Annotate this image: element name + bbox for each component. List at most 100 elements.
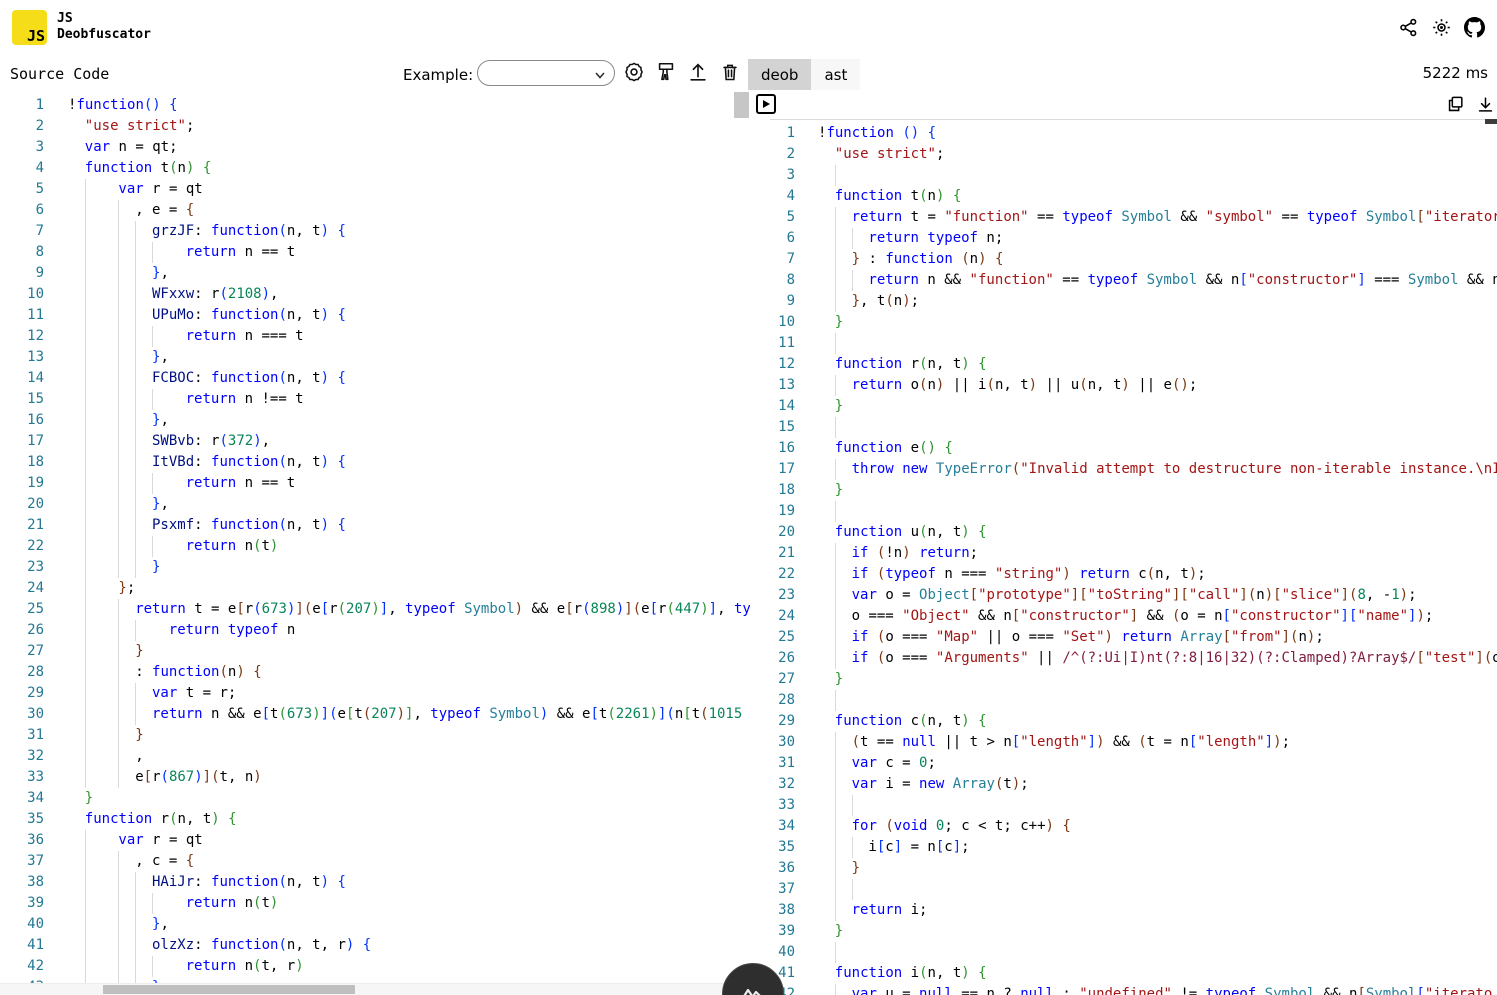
line-number: 11 xyxy=(770,333,818,354)
code-line: 22return n(t) xyxy=(0,536,750,557)
line-number: 7 xyxy=(0,221,68,242)
line-number: 40 xyxy=(0,914,68,935)
line-number: 41 xyxy=(0,935,68,956)
code-line: 37, c = { xyxy=(0,851,750,872)
code-line: 38HAiJr: function(n, t) { xyxy=(0,872,750,893)
indent-guide xyxy=(835,333,836,354)
line-number: 18 xyxy=(770,480,818,501)
theme-toggle-icon[interactable] xyxy=(1431,17,1452,38)
indent-guide xyxy=(852,795,853,816)
code-line: 3 xyxy=(770,165,1497,186)
code-line: 36var r = qt xyxy=(0,830,750,851)
output-editor-lines: 1!function () {2"use strict";34function … xyxy=(770,123,1497,995)
line-number: 24 xyxy=(770,606,818,627)
code-line: 21if (!n) return; xyxy=(770,543,1497,564)
line-number: 8 xyxy=(770,270,818,291)
output-tabs: deob ast xyxy=(748,59,860,90)
code-line: 29var t = r; xyxy=(0,683,750,704)
code-line: 29function c(n, t) { xyxy=(770,711,1497,732)
code-line: 34for (void 0; c < t; c++) { xyxy=(770,816,1497,837)
line-number: 16 xyxy=(0,410,68,431)
copy-icon[interactable] xyxy=(1446,95,1465,114)
line-number: 28 xyxy=(770,690,818,711)
code-line: 35function r(n, t) { xyxy=(0,809,750,830)
line-number: 29 xyxy=(770,711,818,732)
code-line: 25return t = e[r(673)](e[r(207)], typeof… xyxy=(0,599,750,620)
code-line: 18ItVBd: function(n, t) { xyxy=(0,452,750,473)
line-number: 11 xyxy=(0,305,68,326)
source-horizontal-scrollbar-thumb[interactable] xyxy=(103,985,355,994)
code-line: 34} xyxy=(0,788,750,809)
line-number: 10 xyxy=(770,312,818,333)
code-line: 24}; xyxy=(0,578,750,599)
line-number: 21 xyxy=(770,543,818,564)
code-line: 15 xyxy=(770,417,1497,438)
share-icon[interactable] xyxy=(1398,17,1419,38)
line-number: 40 xyxy=(770,942,818,963)
line-number: 30 xyxy=(0,704,68,725)
line-number: 15 xyxy=(0,389,68,410)
line-number: 20 xyxy=(770,522,818,543)
code-line: 14} xyxy=(770,396,1497,417)
line-number: 9 xyxy=(0,263,68,284)
trash-icon[interactable] xyxy=(719,61,741,83)
line-number: 29 xyxy=(0,683,68,704)
code-line: 12function r(n, t) { xyxy=(770,354,1497,375)
line-number: 17 xyxy=(770,459,818,480)
source-vertical-scrollbar[interactable] xyxy=(734,92,749,118)
line-number: 19 xyxy=(0,473,68,494)
line-number: 7 xyxy=(770,249,818,270)
line-number: 39 xyxy=(0,893,68,914)
line-number: 32 xyxy=(770,774,818,795)
js-deobfuscator-app: JS JS Deobfuscator Source C xyxy=(0,0,1497,995)
code-line: 40 xyxy=(770,942,1497,963)
format-brush-icon[interactable] xyxy=(655,61,677,83)
tab-deob[interactable]: deob xyxy=(748,59,811,90)
code-line: 6return typeof n; xyxy=(770,228,1497,249)
code-line: 19return n == t xyxy=(0,473,750,494)
code-line: 42var u = null == n ? null : "undefined"… xyxy=(770,984,1497,995)
line-number: 10 xyxy=(0,284,68,305)
code-line: 2"use strict"; xyxy=(770,144,1497,165)
upload-icon[interactable] xyxy=(687,61,709,83)
download-icon[interactable] xyxy=(1476,95,1495,114)
code-line: 7} : function (n) { xyxy=(770,249,1497,270)
code-line: 22if (typeof n === "string") return c(n,… xyxy=(770,564,1497,585)
code-line: 37 xyxy=(770,879,1497,900)
code-line: 15return n !== t xyxy=(0,389,750,410)
code-line: 26if (o === "Arguments" || /^(?:Ui|I)nt(… xyxy=(770,648,1497,669)
code-line: 11 xyxy=(770,333,1497,354)
js-logo: JS xyxy=(12,10,47,45)
code-line: 39return n(t) xyxy=(0,893,750,914)
line-number: 2 xyxy=(770,144,818,165)
line-number: 22 xyxy=(0,536,68,557)
code-line: 42return n(t, r) xyxy=(0,956,750,977)
code-line: 9}, xyxy=(0,263,750,284)
settings-gear-icon[interactable] xyxy=(623,61,645,83)
line-number: 15 xyxy=(770,417,818,438)
code-line: 23var o = Object["prototype"]["toString"… xyxy=(770,585,1497,606)
indent-guide xyxy=(835,879,836,900)
output-panel-divider xyxy=(770,119,1497,120)
line-number: 23 xyxy=(770,585,818,606)
output-vertical-scrollbar[interactable] xyxy=(1485,119,1497,124)
line-number: 6 xyxy=(770,228,818,249)
code-line: 4function t(n) { xyxy=(770,186,1497,207)
line-number: 31 xyxy=(0,725,68,746)
app-title-line2: Deobfuscator xyxy=(57,27,151,43)
line-number: 3 xyxy=(0,137,68,158)
line-number: 1 xyxy=(770,123,818,144)
example-select[interactable] xyxy=(477,60,615,86)
github-icon[interactable] xyxy=(1464,17,1485,38)
line-number: 27 xyxy=(770,669,818,690)
line-number: 5 xyxy=(770,207,818,228)
source-editor[interactable]: 1!function() {2"use strict";3var n = qt;… xyxy=(0,92,750,986)
tab-ast[interactable]: ast xyxy=(811,59,860,90)
line-number: 21 xyxy=(0,515,68,536)
output-editor[interactable]: 1!function () {2"use strict";34function … xyxy=(770,121,1497,995)
line-number: 20 xyxy=(0,494,68,515)
line-number: 14 xyxy=(770,396,818,417)
line-number: 38 xyxy=(770,900,818,921)
run-button[interactable] xyxy=(756,94,776,114)
code-line: 32, xyxy=(0,746,750,767)
